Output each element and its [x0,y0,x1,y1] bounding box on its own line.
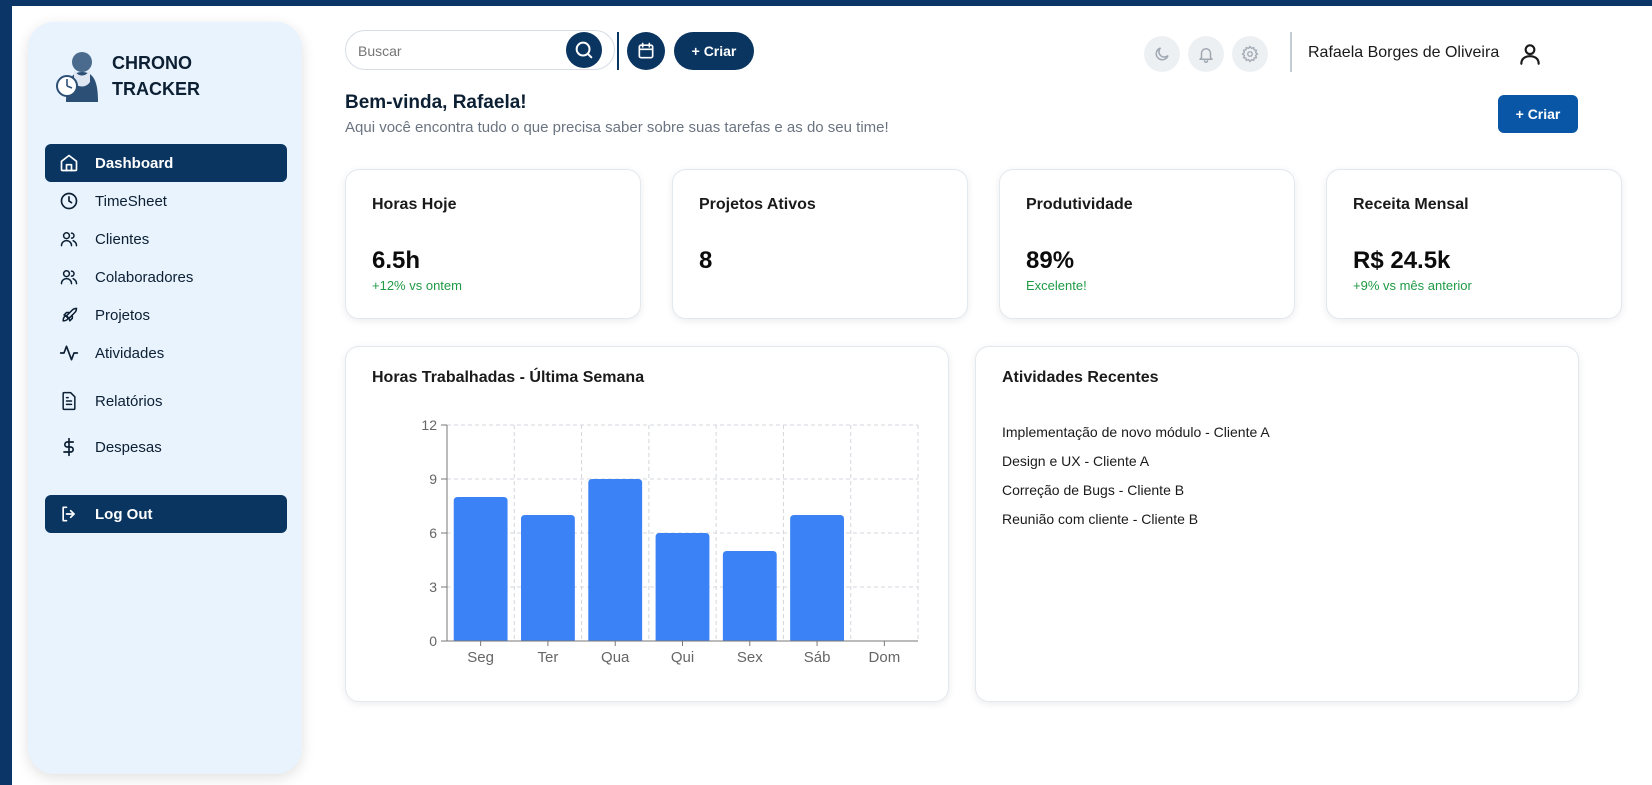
activities-list: Implementação de novo módulo - Cliente A… [1002,418,1270,534]
chronos-logo-icon [56,52,98,102]
stat-title: Receita Mensal [1353,196,1469,213]
sidebar-item-label: Projetos [95,306,151,324]
dollar-icon [59,437,79,457]
stat-card-projetos-ativos: Projetos Ativos 8 [672,169,968,319]
sidebar-item-dashboard[interactable]: Dashboard [45,144,287,182]
sidebar-nav: Dashboard TimeSheet Clientes Colaborador… [45,144,287,466]
sidebar-item-clientes[interactable]: Clientes [45,220,287,258]
list-item[interactable]: Reunião com cliente - Cliente B [1002,505,1270,534]
users-icon [59,229,79,249]
bar [790,515,844,641]
sidebar-item-despesas[interactable]: Despesas [45,428,287,466]
hours-bar-chart: 0 3 6 9 12 Seg Ter Qua Qui Sex Sáb Dom [421,417,919,666]
x-tick-label: Sex [737,649,763,666]
hours-chart-card: Horas Trabalhadas - Última Semana 0 3 6 9 12… [345,346,949,702]
user-icon [1520,44,1540,65]
toolbar-divider [1290,32,1292,72]
bar [453,497,508,641]
list-item[interactable]: Implementação de novo módulo - Cliente A [1002,418,1270,447]
activities-title: Atividades Recentes [1002,369,1159,386]
clock-icon [59,191,79,211]
calendar-button[interactable] [627,32,665,70]
settings-button[interactable] [1232,36,1268,72]
sidebar-item-label: TimeSheet [95,192,167,210]
y-tick-label: 9 [429,471,437,487]
bar [588,479,643,641]
search-input[interactable] [358,39,568,63]
y-tick-label: 3 [429,579,437,595]
sidebar-item-label: Relatórios [95,392,163,410]
sidebar-item-atividades[interactable]: Atividades [45,334,287,372]
x-tick-label: Sáb [804,649,831,666]
stat-value: R$ 24.5k [1353,247,1451,274]
stat-title: Projetos Ativos [699,196,816,213]
bar [655,533,710,641]
sidebar-item-projetos[interactable]: Projetos [45,296,287,334]
calendar-icon [638,42,654,59]
sidebar-item-timesheet[interactable]: TimeSheet [45,182,287,220]
recent-activities-card: Atividades Recentes Implementação de nov… [975,346,1579,702]
users-icon [59,267,79,287]
sidebar-item-label: Despesas [95,438,162,456]
y-tick-label: 12 [421,417,437,433]
rocket-icon [59,305,79,325]
bar [521,515,575,641]
sidebar: CHRONO TRACKER Dashboard TimeSheet Clien… [28,22,302,774]
stat-trend: +9% vs mês anterior [1353,278,1472,293]
stat-value: 89% [1026,247,1075,274]
sidebar-item-relatorios[interactable]: Relatórios [45,382,287,420]
brand-name-line2: TRACKER [112,79,200,99]
sidebar-item-label: Colaboradores [95,268,194,286]
stat-title: Horas Hoje [372,196,457,213]
list-item[interactable]: Design e UX - Cliente A [1002,447,1270,476]
logout-label: Log Out [95,505,153,523]
bar [722,551,777,641]
brand-name-line1: CHRONO [112,53,192,73]
toolbar-divider [617,32,619,70]
file-text-icon [59,391,79,411]
x-tick-label: Seg [467,649,494,666]
sidebar-item-label: Clientes [95,230,150,248]
brand[interactable]: CHRONO TRACKER [54,48,200,104]
x-tick-label: Qui [671,649,694,666]
create-button-toolbar[interactable]: + Criar [674,32,754,70]
create-button[interactable]: + Criar [1498,95,1578,133]
app-window: CHRONO TRACKER Dashboard TimeSheet Clien… [12,6,1652,785]
theme-toggle-button[interactable] [1144,36,1180,72]
bell-icon [1199,48,1213,63]
x-tick-label: Qua [601,649,630,666]
stat-card-receita-mensal: Receita Mensal R$ 24.5k +9% vs mês anter… [1326,169,1622,319]
stat-value: 6.5h [372,247,421,274]
logout-button[interactable]: Log Out [45,495,287,533]
gear-icon [1241,45,1259,63]
stat-title: Produtividade [1026,196,1133,213]
list-item[interactable]: Correção de Bugs - Cliente B [1002,476,1270,505]
y-tick-label: 6 [429,525,437,541]
sidebar-item-colaboradores[interactable]: Colaboradores [45,258,287,296]
logout-icon [59,504,79,524]
activity-icon [59,343,79,363]
stat-value: 8 [699,247,713,274]
user-name[interactable]: Rafaela Borges de Oliveira [1308,44,1499,62]
search-button[interactable] [566,32,602,68]
page-title: Bem-vinda, Rafaela! [345,92,527,113]
moon-icon [1155,47,1169,61]
stat-trend: +12% vs ontem [372,278,462,293]
home-icon [59,153,79,173]
y-tick-label: 0 [429,633,437,649]
page-subtitle: Aqui você encontra tudo o que precisa sa… [345,119,889,136]
stat-card-horas-hoje: Horas Hoje 6.5h +12% vs ontem [345,169,641,319]
x-tick-label: Ter [538,649,559,666]
stat-trend: Excelente! [1026,278,1087,293]
sidebar-item-label: Atividades [95,344,165,362]
x-tick-label: Dom [869,649,901,666]
stat-card-produtividade: Produtividade 89% Excelente! [999,169,1295,319]
user-avatar-button[interactable] [1512,36,1548,72]
search-icon [575,41,593,59]
sidebar-item-label: Dashboard [95,154,174,172]
notifications-button[interactable] [1188,36,1224,72]
